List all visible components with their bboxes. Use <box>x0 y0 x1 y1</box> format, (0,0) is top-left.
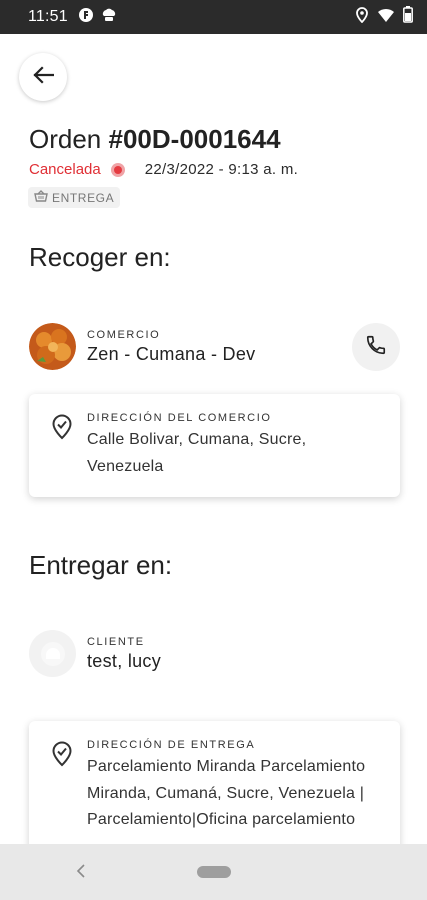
merchant-avatar <box>29 323 76 370</box>
status-bar: 11:51 <box>0 0 427 34</box>
merchant-address-value: Calle Bolivar, Cumana, Sucre, Venezuela <box>87 427 306 480</box>
customer-avatar <box>29 630 76 677</box>
system-nav-bar <box>0 844 427 900</box>
location-check-icon <box>51 741 73 855</box>
order-title: Orden #00D-0001644 <box>29 124 281 155</box>
customer-row: CLIENTE test, lucy <box>29 630 161 677</box>
merchant-label: COMERCIO <box>87 328 161 341</box>
merchant-address-line: Calle Bolivar, Cumana, Sucre, <box>87 431 307 448</box>
delivery-address-line: Miranda, Cumaná, Sucre, Venezuela | <box>87 784 365 802</box>
wifi-icon <box>377 7 395 28</box>
nav-back-icon[interactable] <box>75 862 87 885</box>
order-date: 22/3/2022 - 9:13 a. m. <box>144 161 299 178</box>
order-status-row: Cancelada 22/3/2022 - 9:13 a. m. <box>29 161 298 178</box>
call-merchant-button[interactable] <box>352 323 400 371</box>
arrow-left-icon <box>32 65 55 89</box>
merchant-name: Zen - Cumana - Dev <box>87 343 256 364</box>
pickup-heading: Recoger en: <box>29 242 171 272</box>
status-dot-icon <box>110 162 125 177</box>
app-notification-icon <box>78 7 94 28</box>
location-check-icon <box>51 414 73 481</box>
location-icon <box>355 6 369 28</box>
order-type-label: ENTREGA <box>52 190 115 205</box>
customer-name: test, lucy <box>87 650 162 671</box>
order-number: #00D-0001644 <box>108 124 281 154</box>
customer-label: CLIENTE <box>87 635 145 648</box>
merchant-address-label: DIRECCIÓN DEL COMERCIO <box>87 412 272 424</box>
merchant-row: COMERCIO Zen - Cumana - Dev <box>29 323 255 370</box>
order-type-badge: ENTREGA <box>28 187 121 208</box>
nav-home-pill[interactable] <box>197 866 231 878</box>
back-button[interactable] <box>19 53 67 101</box>
merchant-address-card: DIRECCIÓN DEL COMERCIO Calle Bolivar, Cu… <box>29 394 400 497</box>
delivery-address-value: Parcelamiento Miranda Parcelamiento Mira… <box>87 754 365 834</box>
battery-icon <box>403 6 413 28</box>
chef-hat-icon <box>100 7 118 28</box>
delivery-address-label: DIRECCIÓN DE ENTREGA <box>87 739 256 751</box>
basket-icon <box>34 190 48 205</box>
merchant-address-line: Venezuela <box>87 457 164 475</box>
phone-icon <box>365 334 387 361</box>
delivery-heading: Entregar en: <box>29 550 173 580</box>
delivery-address-line: Parcelamiento Miranda Parcelamiento <box>87 758 366 775</box>
order-status: Cancelada <box>29 161 101 178</box>
status-time: 11:51 <box>28 8 68 25</box>
delivery-address-line: Parcelamiento|Oficina parcelamiento <box>87 811 356 828</box>
order-title-prefix: Orden <box>29 124 102 154</box>
